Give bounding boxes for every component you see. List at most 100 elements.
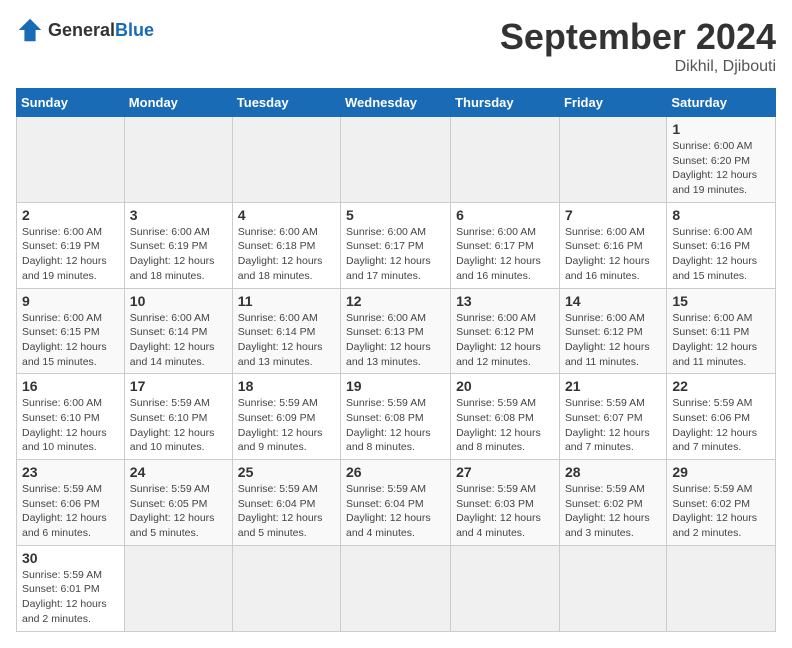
day-cell: 20Sunrise: 5:59 AM Sunset: 6:08 PM Dayli… — [451, 374, 560, 460]
day-cell — [124, 545, 232, 631]
day-cell: 6 Sunrise: 6:00 AM Sunset: 6:17 PM Daylig… — [451, 202, 560, 288]
day-detail: Sunrise: 6:00 AM Sunset: 6:15 PM Dayligh… — [22, 311, 119, 370]
day-cell: 12Sunrise: 6:00 AM Sunset: 6:13 PM Dayli… — [341, 288, 451, 374]
day-cell: 1Sunrise: 6:00 AM Sunset: 6:20 PM Daylig… — [667, 117, 776, 203]
day-detail: Sunrise: 5:59 AM Sunset: 6:06 PM Dayligh… — [672, 396, 770, 455]
week-row-5: 23 Sunrise: 5:59 AM Sunset: 6:06 PM Dayli… — [17, 460, 776, 546]
day-cell: 13Sunrise: 6:00 AM Sunset: 6:12 PM Dayli… — [451, 288, 560, 374]
day-cell: 11 Sunrise: 6:00 AM Sunset: 6:14 PM Dayli… — [232, 288, 340, 374]
day-cell: 22 Sunrise: 5:59 AM Sunset: 6:06 PM Dayli… — [667, 374, 776, 460]
day-number: 2 — [22, 207, 119, 223]
day-number: 21 — [565, 378, 661, 394]
day-number: 23 — [22, 464, 119, 480]
day-number: 10 — [130, 293, 227, 309]
logo-blue-text: Blue — [115, 20, 154, 40]
day-detail: Sunrise: 6:00 AM Sunset: 6:19 PM Dayligh… — [22, 225, 119, 284]
day-cell — [124, 117, 232, 203]
title-block: September 2024 Dikhil, Djibouti — [500, 16, 776, 76]
day-detail: Sunrise: 6:00 AM Sunset: 6:11 PM Dayligh… — [672, 311, 770, 370]
column-header-tuesday: Tuesday — [232, 89, 340, 117]
week-row-4: 16Sunrise: 6:00 AM Sunset: 6:10 PM Dayli… — [17, 374, 776, 460]
day-cell — [232, 545, 340, 631]
day-number: 6 — [456, 207, 554, 223]
day-cell: 7 Sunrise: 6:00 AM Sunset: 6:16 PM Daylig… — [559, 202, 666, 288]
day-number: 26 — [346, 464, 445, 480]
day-cell: 25 Sunrise: 5:59 AM Sunset: 6:04 PM Dayli… — [232, 460, 340, 546]
calendar-table: SundayMondayTuesdayWednesdayThursdayFrid… — [16, 88, 776, 632]
day-detail: Sunrise: 6:00 AM Sunset: 6:17 PM Dayligh… — [346, 225, 445, 284]
column-header-sunday: Sunday — [17, 89, 125, 117]
day-cell: 3 Sunrise: 6:00 AM Sunset: 6:19 PM Daylig… — [124, 202, 232, 288]
day-cell: 17 Sunrise: 5:59 AM Sunset: 6:10 PM Dayli… — [124, 374, 232, 460]
day-cell: 23 Sunrise: 5:59 AM Sunset: 6:06 PM Dayli… — [17, 460, 125, 546]
day-number: 27 — [456, 464, 554, 480]
day-cell: 2 Sunrise: 6:00 AM Sunset: 6:19 PM Daylig… — [17, 202, 125, 288]
day-cell — [341, 545, 451, 631]
day-number: 4 — [238, 207, 335, 223]
day-detail: Sunrise: 6:00 AM Sunset: 6:12 PM Dayligh… — [456, 311, 554, 370]
day-cell — [559, 117, 666, 203]
week-row-3: 9 Sunrise: 6:00 AM Sunset: 6:15 PM Daylig… — [17, 288, 776, 374]
header-row: SundayMondayTuesdayWednesdayThursdayFrid… — [17, 89, 776, 117]
day-number: 14 — [565, 293, 661, 309]
day-cell — [559, 545, 666, 631]
day-number: 1 — [672, 121, 770, 137]
day-cell: 4 Sunrise: 6:00 AM Sunset: 6:18 PM Daylig… — [232, 202, 340, 288]
day-number: 16 — [22, 378, 119, 394]
day-detail: Sunrise: 6:00 AM Sunset: 6:12 PM Dayligh… — [565, 311, 661, 370]
column-header-monday: Monday — [124, 89, 232, 117]
day-number: 28 — [565, 464, 661, 480]
logo: GeneralBlue — [16, 16, 154, 44]
day-number: 3 — [130, 207, 227, 223]
day-detail: Sunrise: 5:59 AM Sunset: 6:09 PM Dayligh… — [238, 396, 335, 455]
day-detail: Sunrise: 5:59 AM Sunset: 6:03 PM Dayligh… — [456, 482, 554, 541]
location-title: Dikhil, Djibouti — [500, 58, 776, 76]
day-detail: Sunrise: 5:59 AM Sunset: 6:07 PM Dayligh… — [565, 396, 661, 455]
day-number: 29 — [672, 464, 770, 480]
day-cell: 24 Sunrise: 5:59 AM Sunset: 6:05 PM Dayli… — [124, 460, 232, 546]
day-detail: Sunrise: 5:59 AM Sunset: 6:05 PM Dayligh… — [130, 482, 227, 541]
day-detail: Sunrise: 6:00 AM Sunset: 6:14 PM Dayligh… — [238, 311, 335, 370]
day-detail: Sunrise: 5:59 AM Sunset: 6:01 PM Dayligh… — [22, 568, 119, 627]
day-detail: Sunrise: 5:59 AM Sunset: 6:04 PM Dayligh… — [238, 482, 335, 541]
day-cell — [451, 117, 560, 203]
day-detail: Sunrise: 6:00 AM Sunset: 6:14 PM Dayligh… — [130, 311, 227, 370]
column-header-wednesday: Wednesday — [341, 89, 451, 117]
day-number: 9 — [22, 293, 119, 309]
week-row-2: 2 Sunrise: 6:00 AM Sunset: 6:19 PM Daylig… — [17, 202, 776, 288]
day-number: 22 — [672, 378, 770, 394]
day-number: 17 — [130, 378, 227, 394]
day-number: 19 — [346, 378, 445, 394]
day-detail: Sunrise: 6:00 AM Sunset: 6:16 PM Dayligh… — [565, 225, 661, 284]
day-detail: Sunrise: 6:00 AM Sunset: 6:18 PM Dayligh… — [238, 225, 335, 284]
day-cell: 29Sunrise: 5:59 AM Sunset: 6:02 PM Dayli… — [667, 460, 776, 546]
day-detail: Sunrise: 5:59 AM Sunset: 6:08 PM Dayligh… — [456, 396, 554, 455]
logo-general-text: General — [48, 20, 115, 40]
day-cell: 28Sunrise: 5:59 AM Sunset: 6:02 PM Dayli… — [559, 460, 666, 546]
day-cell: 5Sunrise: 6:00 AM Sunset: 6:17 PM Daylig… — [341, 202, 451, 288]
day-detail: Sunrise: 5:59 AM Sunset: 6:08 PM Dayligh… — [346, 396, 445, 455]
day-number: 8 — [672, 207, 770, 223]
week-row-6: 30 Sunrise: 5:59 AM Sunset: 6:01 PM Dayli… — [17, 545, 776, 631]
day-detail: Sunrise: 5:59 AM Sunset: 6:06 PM Dayligh… — [22, 482, 119, 541]
day-detail: Sunrise: 5:59 AM Sunset: 6:04 PM Dayligh… — [346, 482, 445, 541]
day-number: 18 — [238, 378, 335, 394]
column-header-saturday: Saturday — [667, 89, 776, 117]
day-detail: Sunrise: 5:59 AM Sunset: 6:10 PM Dayligh… — [130, 396, 227, 455]
day-cell: 10 Sunrise: 6:00 AM Sunset: 6:14 PM Dayli… — [124, 288, 232, 374]
day-cell: 30 Sunrise: 5:59 AM Sunset: 6:01 PM Dayli… — [17, 545, 125, 631]
day-cell — [341, 117, 451, 203]
day-number: 7 — [565, 207, 661, 223]
day-number: 30 — [22, 550, 119, 566]
day-cell: 27 Sunrise: 5:59 AM Sunset: 6:03 PM Dayli… — [451, 460, 560, 546]
day-number: 24 — [130, 464, 227, 480]
day-number: 12 — [346, 293, 445, 309]
day-detail: Sunrise: 6:00 AM Sunset: 6:19 PM Dayligh… — [130, 225, 227, 284]
day-number: 15 — [672, 293, 770, 309]
day-detail: Sunrise: 6:00 AM Sunset: 6:17 PM Dayligh… — [456, 225, 554, 284]
day-cell: 26 Sunrise: 5:59 AM Sunset: 6:04 PM Dayli… — [341, 460, 451, 546]
day-number: 25 — [238, 464, 335, 480]
day-number: 11 — [238, 293, 335, 309]
day-cell: 15 Sunrise: 6:00 AM Sunset: 6:11 PM Dayli… — [667, 288, 776, 374]
month-title: September 2024 — [500, 16, 776, 58]
